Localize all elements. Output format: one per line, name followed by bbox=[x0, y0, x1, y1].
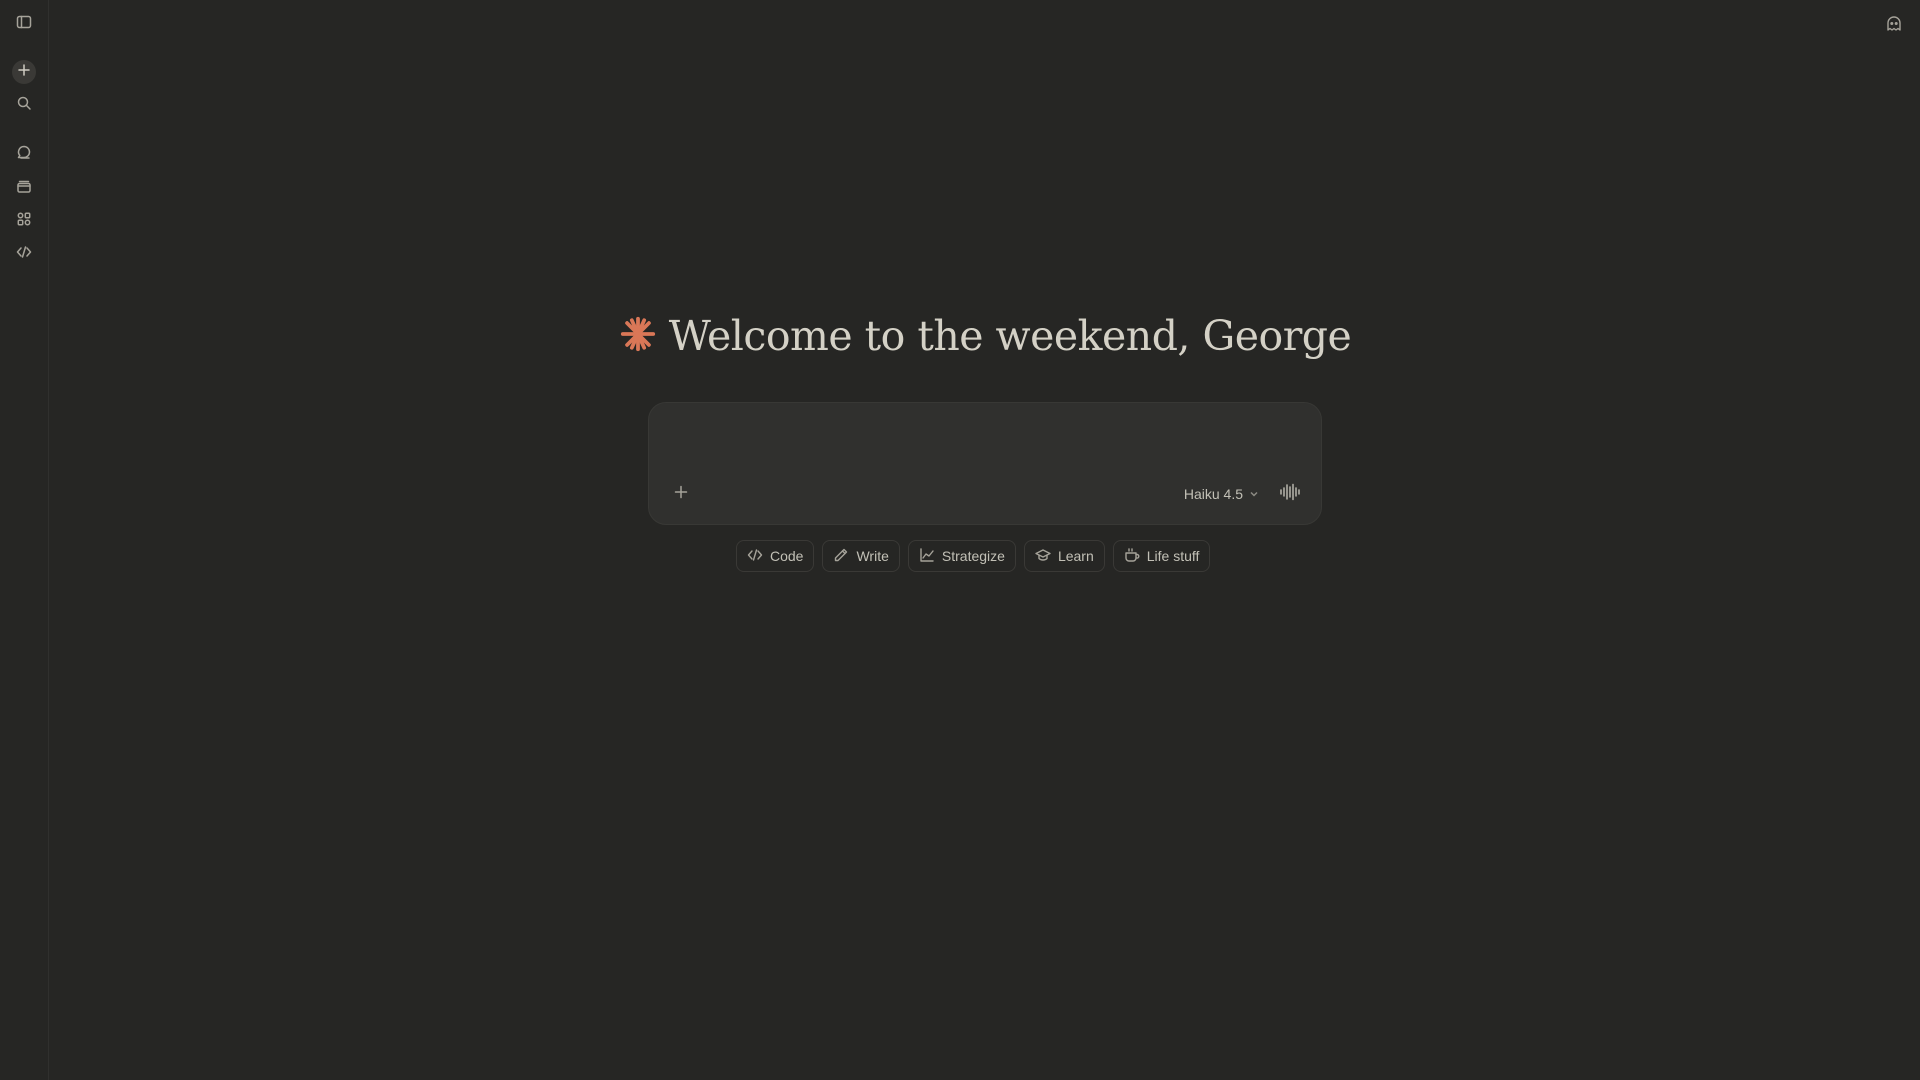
chat-bubble-icon bbox=[16, 144, 32, 165]
chevron-down-icon bbox=[1249, 486, 1259, 502]
greeting: Welcome to the weekend, George bbox=[0, 312, 1920, 360]
sidebar-item-projects[interactable] bbox=[12, 176, 36, 200]
sidebar-item-artifacts[interactable] bbox=[12, 209, 36, 233]
grid-shapes-icon bbox=[16, 211, 32, 232]
chip-write[interactable]: Write bbox=[822, 540, 900, 572]
code-icon bbox=[16, 244, 32, 265]
chip-label: Code bbox=[770, 548, 804, 564]
graduation-cap-icon bbox=[1035, 547, 1051, 566]
chip-life-stuff[interactable]: Life stuff bbox=[1112, 540, 1211, 572]
sidebar-item-code[interactable] bbox=[12, 242, 36, 266]
model-label: Haiku 4.5 bbox=[1183, 486, 1243, 502]
app-root: Welcome to the weekend, George Haiku 4.5 bbox=[0, 0, 1920, 1080]
model-selector[interactable]: Haiku 4.5 bbox=[1184, 486, 1259, 502]
search-button[interactable] bbox=[12, 93, 36, 117]
pencil-icon bbox=[833, 547, 849, 566]
voice-mode-button[interactable] bbox=[1277, 482, 1303, 506]
sidebar-rail bbox=[0, 0, 49, 1080]
code-icon bbox=[747, 547, 763, 566]
chip-code[interactable]: Code bbox=[736, 540, 815, 572]
spark-logo-icon bbox=[619, 315, 657, 358]
chip-label: Write bbox=[856, 548, 889, 564]
chip-strategize[interactable]: Strategize bbox=[907, 540, 1016, 572]
voice-waveform-icon bbox=[1279, 483, 1301, 506]
incognito-button[interactable] bbox=[1882, 14, 1906, 38]
message-input[interactable] bbox=[671, 423, 1299, 455]
chip-learn[interactable]: Learn bbox=[1023, 540, 1105, 572]
sidebar-toggle-icon bbox=[16, 14, 32, 35]
greeting-text: Welcome to the weekend, George bbox=[668, 312, 1352, 360]
line-chart-icon bbox=[919, 547, 935, 566]
ghost-icon bbox=[1885, 15, 1903, 38]
attach-button[interactable] bbox=[669, 482, 693, 506]
sidebar-item-chats[interactable] bbox=[12, 142, 36, 166]
search-icon bbox=[16, 95, 32, 116]
plus-icon bbox=[16, 62, 32, 83]
plus-icon bbox=[673, 484, 689, 505]
suggestion-chips: Code Write Strategize Learn Life stuff bbox=[736, 540, 1211, 572]
chip-label: Strategize bbox=[941, 548, 1005, 564]
composer: Haiku 4.5 bbox=[648, 402, 1322, 525]
coffee-cup-icon bbox=[1124, 547, 1140, 566]
chip-label: Life stuff bbox=[1146, 548, 1200, 564]
folder-stack-icon bbox=[16, 178, 32, 199]
toggle-sidebar-button[interactable] bbox=[12, 12, 36, 36]
chip-label: Learn bbox=[1057, 548, 1094, 564]
new-chat-button[interactable] bbox=[12, 60, 36, 84]
